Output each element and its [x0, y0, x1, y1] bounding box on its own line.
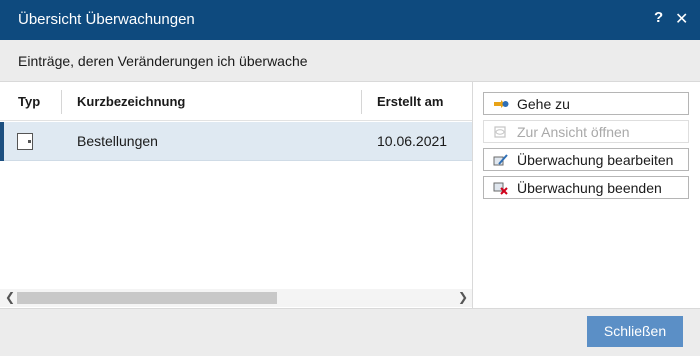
edit-watch-label: Überwachung bearbeiten — [517, 152, 674, 168]
scrollbar-thumb[interactable] — [17, 292, 277, 304]
scroll-left-icon[interactable]: ❮ — [5, 290, 15, 304]
goto-button[interactable]: Gehe zu — [483, 92, 689, 115]
dialog-footer: Schließen — [0, 308, 700, 356]
scroll-right-icon[interactable]: ❯ — [458, 290, 468, 304]
help-icon[interactable]: ? — [654, 9, 663, 26]
horizontal-scrollbar[interactable]: ❮ ❯ — [0, 289, 472, 307]
edit-watch-icon — [493, 154, 508, 166]
close-button[interactable]: Schließen — [587, 316, 683, 347]
open-view-button[interactable]: Zur Ansicht öffnen — [483, 120, 689, 143]
edit-watch-button[interactable]: Überwachung bearbeiten — [483, 148, 689, 171]
table-row[interactable]: Bestellungen 10.06.2021 — [0, 122, 472, 161]
watch-table: Typ Kurzbezeichnung Erstellt am Bestellu… — [0, 82, 473, 308]
table-header: Typ Kurzbezeichnung Erstellt am — [0, 82, 472, 121]
title-bar: Übersicht Überwachungen ? ✕ — [0, 0, 700, 40]
end-watch-button[interactable]: Überwachung beenden — [483, 176, 689, 199]
action-panel: Gehe zu Zur Ansicht öffnen Überwachung b… — [474, 82, 700, 308]
cell-erstellt-am: 10.06.2021 — [377, 133, 448, 149]
column-divider[interactable] — [61, 90, 62, 114]
end-watch-icon — [493, 182, 508, 195]
window-title: Übersicht Überwachungen — [18, 11, 195, 28]
close-icon[interactable]: ✕ — [675, 9, 688, 29]
column-header-typ[interactable]: Typ — [18, 94, 40, 109]
selection-marker — [0, 122, 4, 161]
column-header-kurzbezeichnung[interactable]: Kurzbezeichnung — [77, 94, 185, 109]
cell-kurzbezeichnung: Bestellungen — [77, 133, 158, 149]
column-header-erstellt-am[interactable]: Erstellt am — [377, 94, 443, 109]
end-watch-label: Überwachung beenden — [517, 180, 662, 196]
goto-arrow-icon — [494, 100, 509, 108]
column-divider[interactable] — [361, 90, 362, 114]
view-icon — [494, 126, 506, 138]
description-text: Einträge, deren Veränderungen ich überwa… — [18, 53, 308, 69]
open-view-label: Zur Ansicht öffnen — [517, 124, 630, 140]
goto-label: Gehe zu — [517, 96, 570, 112]
description-bar: Einträge, deren Veränderungen ich überwa… — [0, 40, 700, 82]
document-icon — [17, 133, 33, 150]
